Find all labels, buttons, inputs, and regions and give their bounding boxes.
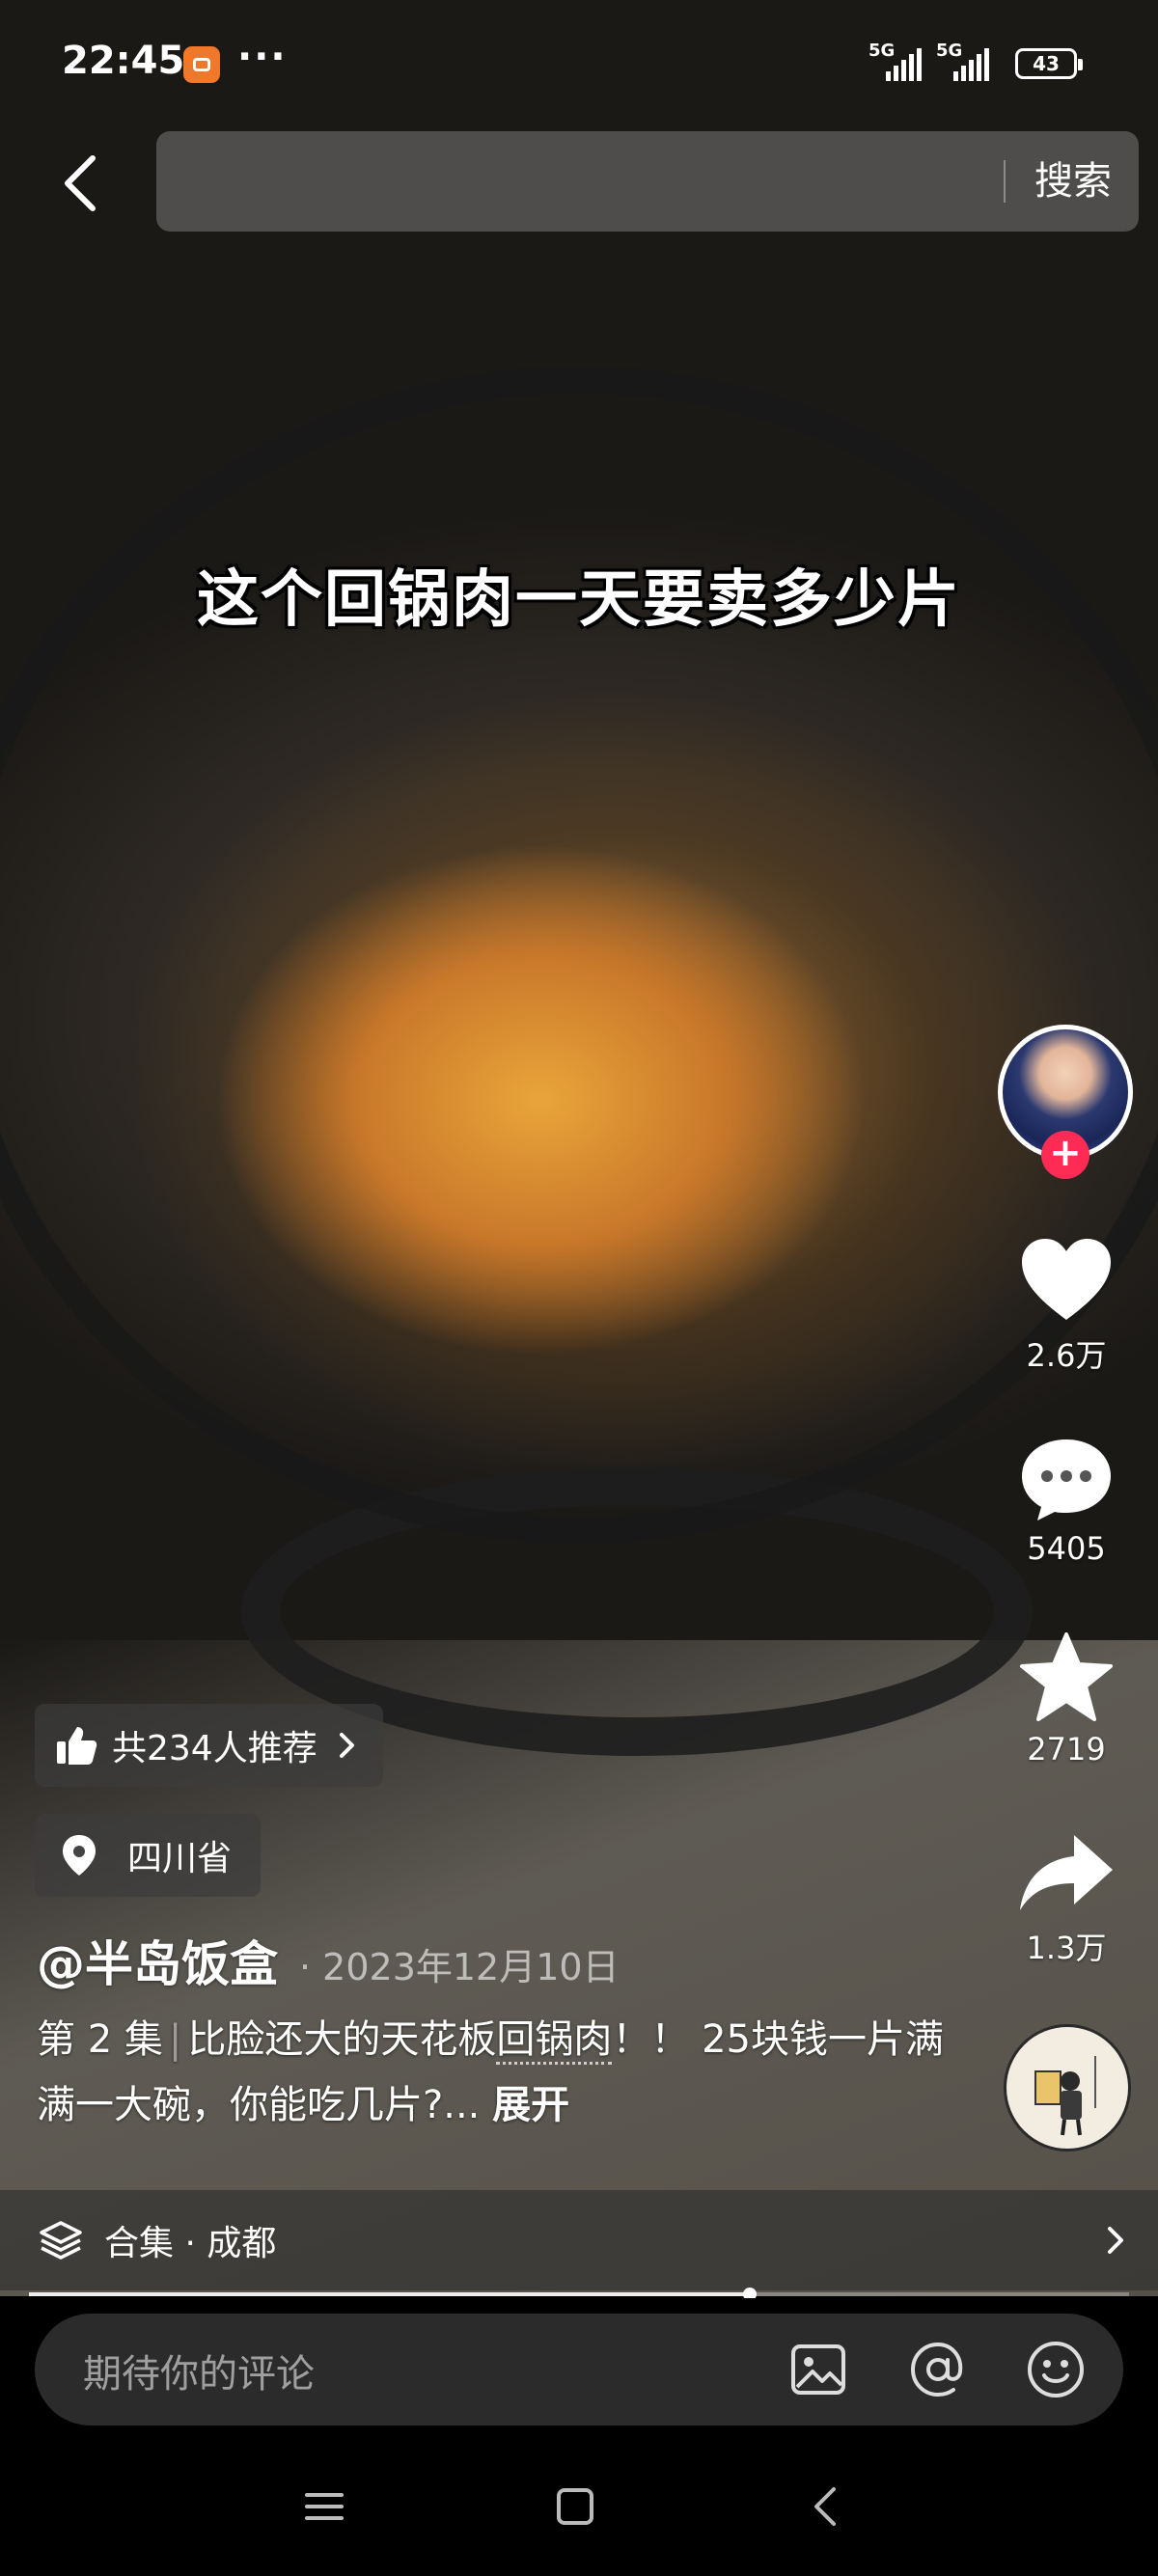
speech-bubble-icon bbox=[1022, 1439, 1111, 1521]
description-text: 比脸还大的天花板 bbox=[187, 2017, 497, 2062]
search-divider bbox=[1004, 160, 1006, 203]
menu-button[interactable] bbox=[295, 2478, 353, 2535]
share-arrow-icon bbox=[1020, 1835, 1113, 1910]
more-notifications-icon: ··· bbox=[237, 35, 288, 79]
comment-placeholder: 期待你的评论 bbox=[83, 2352, 315, 2397]
recommend-label: 共234人推荐 bbox=[112, 1729, 317, 1768]
music-cover-image bbox=[1007, 2028, 1127, 2148]
music-disc[interactable] bbox=[1004, 2024, 1131, 2151]
app-notification-icon bbox=[183, 46, 220, 83]
collection-label: 合集 · 成都 bbox=[104, 2224, 277, 2263]
comment-button[interactable]: 5405 bbox=[1004, 1434, 1129, 1567]
episode-number: 第 2 集 bbox=[37, 2017, 163, 2062]
favorite-count: 2719 bbox=[1027, 1731, 1106, 1768]
post-date: · 2023年12月10日 bbox=[299, 1946, 620, 1988]
chevron-right-icon bbox=[1108, 2227, 1123, 2254]
clock: 22:45 bbox=[62, 39, 185, 83]
comment-area: 期待你的评论 bbox=[0, 2298, 1158, 2433]
image-button[interactable] bbox=[787, 2339, 849, 2400]
system-back-button[interactable] bbox=[797, 2478, 855, 2535]
menu-icon bbox=[305, 2493, 344, 2520]
location-pin-icon bbox=[63, 1835, 96, 1876]
layers-icon bbox=[40, 2221, 82, 2260]
author-name[interactable]: @半岛饭盒 bbox=[37, 1926, 278, 1995]
chevron-left-icon bbox=[814, 2487, 836, 2526]
home-button[interactable] bbox=[546, 2478, 604, 2535]
mention-button[interactable] bbox=[907, 2339, 969, 2400]
search-input[interactable]: 搜索 bbox=[156, 131, 1139, 232]
square-home-icon bbox=[557, 2488, 593, 2525]
like-button[interactable]: 2.6万 bbox=[1004, 1235, 1129, 1376]
signal-strength-icon: 5G bbox=[936, 41, 1025, 81]
chevron-right-icon bbox=[339, 1733, 354, 1758]
image-icon bbox=[791, 2344, 845, 2395]
back-button[interactable] bbox=[52, 145, 110, 222]
system-nav-bar bbox=[0, 2433, 1158, 2576]
video-progress-bar[interactable] bbox=[29, 2288, 1129, 2301]
progress-fill bbox=[29, 2292, 750, 2296]
post-description[interactable]: 第 2 集 | 比脸还大的天花板回锅肉！！ 25块钱一片满满一大碗，你能吃几片?..… bbox=[37, 2007, 944, 2138]
topic-tag[interactable]: 回锅肉 bbox=[496, 2017, 613, 2065]
emoji-button[interactable] bbox=[1025, 2339, 1087, 2400]
favorite-button[interactable]: 2719 bbox=[1004, 1631, 1129, 1768]
location-label: 四川省 bbox=[127, 1839, 233, 1878]
heart-icon bbox=[1022, 1239, 1111, 1320]
video-caption: 这个回锅肉一天要卖多少片 bbox=[197, 564, 961, 636]
smiley-icon bbox=[1028, 2342, 1084, 2398]
share-count: 1.3万 bbox=[1026, 1930, 1107, 1966]
like-count: 2.6万 bbox=[1026, 1337, 1107, 1374]
search-button[interactable]: 搜索 bbox=[1034, 154, 1112, 208]
collection-bar[interactable]: 合集 · 成都 bbox=[0, 2190, 1158, 2290]
recommend-pill[interactable]: 共234人推荐 bbox=[35, 1704, 383, 1787]
share-button[interactable]: 1.3万 bbox=[1004, 1829, 1129, 1968]
wok bbox=[0, 367, 1158, 1544]
comment-count: 5405 bbox=[1027, 1530, 1106, 1567]
location-pill[interactable]: 四川省 bbox=[35, 1814, 262, 1897]
status-bar: 22:45 ··· 5G 5G 43 bbox=[0, 0, 1158, 125]
author-avatar[interactable]: + bbox=[998, 1025, 1133, 1179]
battery-icon: 43 bbox=[1015, 48, 1083, 79]
chevron-left-icon bbox=[65, 155, 96, 211]
comment-input[interactable]: 期待你的评论 bbox=[35, 2314, 1123, 2425]
star-icon bbox=[1020, 1632, 1113, 1721]
follow-button[interactable]: + bbox=[1041, 1131, 1089, 1179]
at-icon bbox=[910, 2342, 963, 2398]
video-player-screen: 这个回锅肉一天要卖多少片 22:45 ··· 5G 5G 43 搜索 + 2.6 bbox=[0, 0, 1158, 2576]
thumbs-up-icon bbox=[57, 1727, 97, 1765]
episode-separator: | bbox=[168, 2017, 182, 2062]
expand-button[interactable]: 展开 bbox=[492, 2083, 569, 2127]
